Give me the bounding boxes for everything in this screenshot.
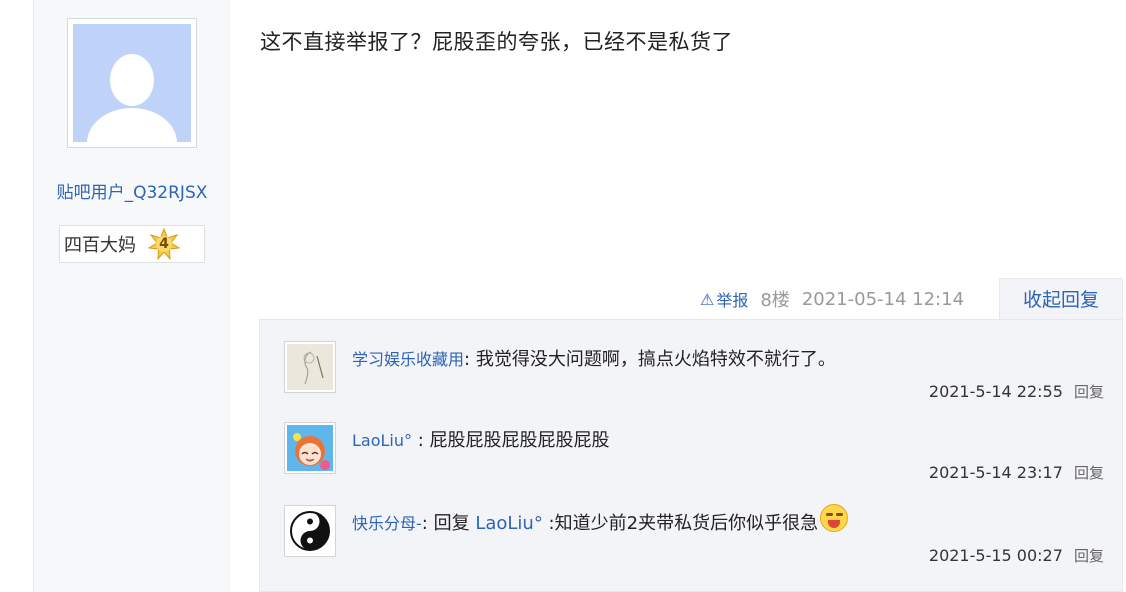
reply-avatar[interactable] xyxy=(284,422,336,474)
reply-username[interactable]: 快乐分母- xyxy=(352,514,422,533)
reply-list: 学习娱乐收藏用: 我觉得没大问题啊，搞点火焰特效不就行了。 2021-5-14 … xyxy=(259,319,1123,592)
author-panel: 贴吧用户_Q32RJSX 四百大妈 4 xyxy=(33,0,230,592)
author-avatar[interactable] xyxy=(67,18,197,148)
reply-meta: 2021-5-14 22:55 回复 xyxy=(929,381,1104,402)
reply-username[interactable]: LaoLiu° xyxy=(352,431,412,450)
reply-button[interactable]: 回复 xyxy=(1074,464,1104,482)
reply-avatar[interactable] xyxy=(284,505,336,557)
reply-text: 快乐分母-: 回复 LaoLiu° :知道少前2夹带私货后你似乎很急 xyxy=(352,504,849,538)
yin-yang-icon xyxy=(287,508,333,554)
laughing-emoji-icon xyxy=(820,504,849,532)
mentioned-username[interactable]: LaoLiu° xyxy=(475,513,543,534)
anime-girl-avatar-icon xyxy=(287,425,333,471)
level-number: 4 xyxy=(159,236,169,252)
author-level-badge[interactable]: 四百大妈 4 xyxy=(59,225,205,263)
reply-timestamp: 2021-5-14 23:17 xyxy=(928,463,1063,482)
reply-timestamp: 2021-5-14 22:55 xyxy=(928,382,1063,401)
collapse-replies-button[interactable]: 收起回复 xyxy=(999,278,1123,320)
reply-username[interactable]: 学习娱乐收藏用 xyxy=(352,350,464,369)
reply-text: LaoLiu° : 屁股屁股屁股屁股屁股 xyxy=(352,430,610,451)
report-label: 举报 xyxy=(716,291,749,310)
default-avatar-icon xyxy=(73,24,191,142)
report-button[interactable]: ⚠ 举报 xyxy=(700,287,748,311)
sketch-avatar-icon xyxy=(287,344,333,390)
post-content: 这不直接举报了？屁股歪的夸张，已经不是私货了 xyxy=(260,30,733,54)
level-name: 四百大妈 xyxy=(64,235,136,256)
post-tail: ⚠ 举报 8楼 2021-05-14 12:14 xyxy=(700,278,964,320)
level-star-icon: 4 xyxy=(147,227,181,261)
reply-avatar[interactable] xyxy=(284,341,336,393)
reply-text: 学习娱乐收藏用: 我觉得没大问题啊，搞点火焰特效不就行了。 xyxy=(352,349,836,370)
reply-timestamp: 2021-5-15 00:27 xyxy=(928,546,1063,565)
reply-meta: 2021-5-14 23:17 回复 xyxy=(929,462,1104,483)
reply-button[interactable]: 回复 xyxy=(1074,383,1104,401)
reply-button[interactable]: 回复 xyxy=(1074,547,1104,565)
floor-number: 8楼 xyxy=(760,290,790,311)
warning-icon: ⚠ xyxy=(700,289,715,309)
post-timestamp: 2021-05-14 12:14 xyxy=(801,288,965,310)
author-username[interactable]: 贴吧用户_Q32RJSX xyxy=(34,178,230,203)
reply-meta: 2021-5-15 00:27 回复 xyxy=(929,545,1104,566)
